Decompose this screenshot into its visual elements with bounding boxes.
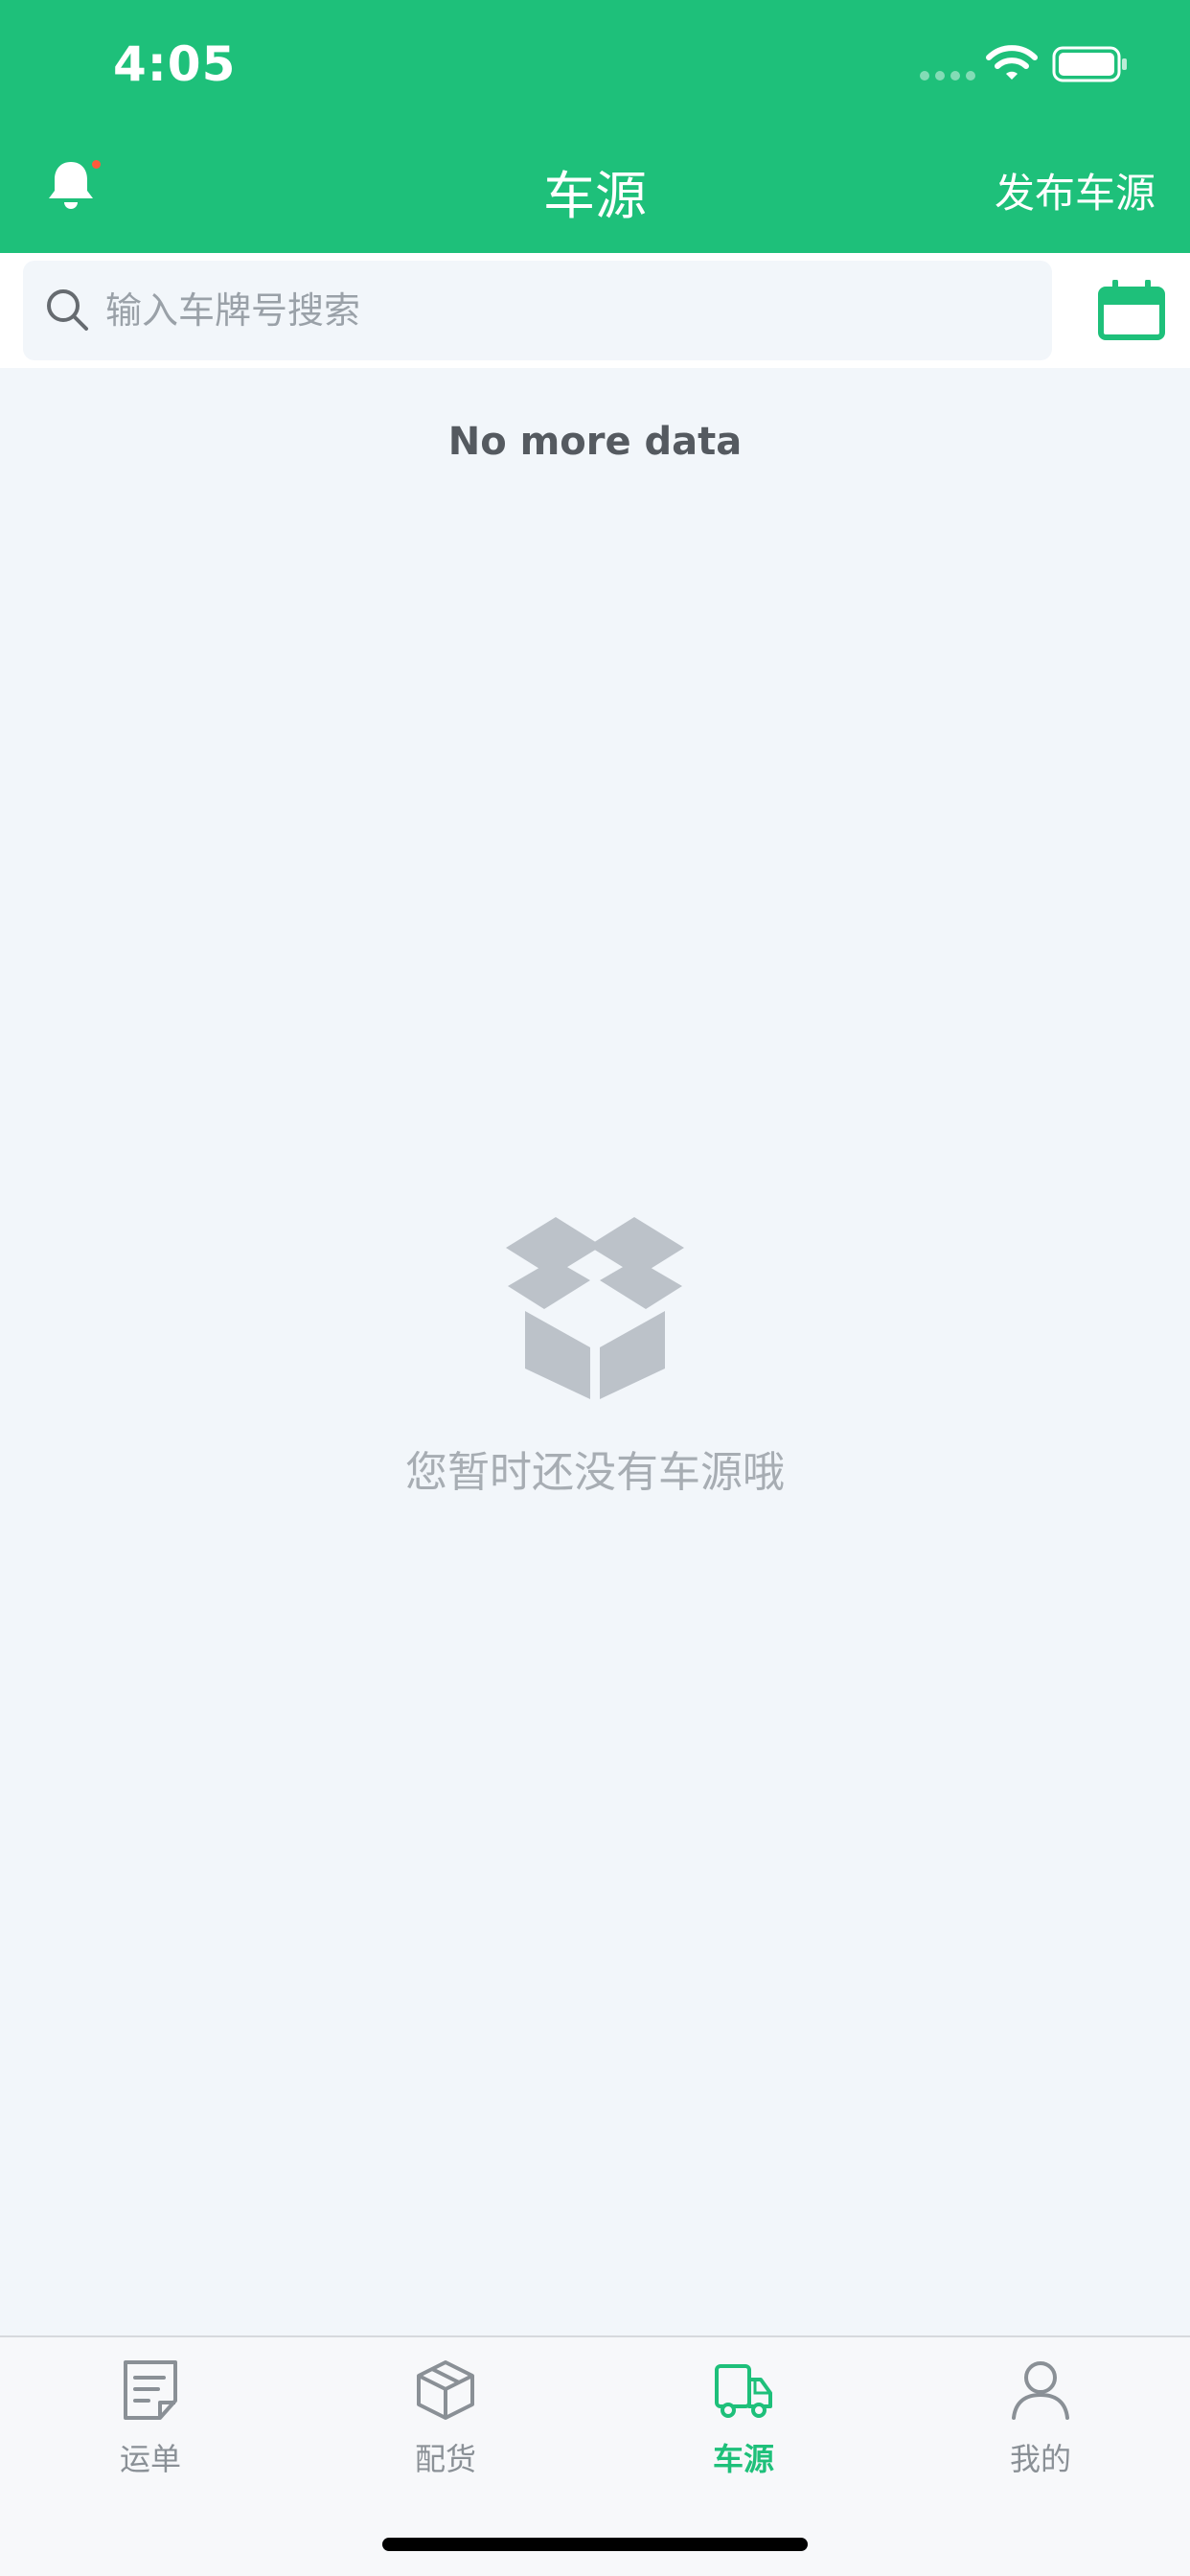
cargo-box-icon	[417, 2360, 474, 2420]
empty-box-icon	[506, 1217, 684, 1399]
waybill-icon	[124, 2360, 177, 2420]
calendar-icon[interactable]	[1098, 280, 1165, 341]
battery-icon	[1052, 46, 1127, 82]
tab-label: 车源	[712, 2441, 774, 2477]
app-root: 4:05 车源 发布车源 输入车牌号搜索 No more data 您暂时还没有…	[0, 0, 1190, 2576]
tab-profile[interactable]: 我的	[892, 2358, 1189, 2502]
home-indicator	[382, 2538, 808, 2551]
search-bar	[0, 253, 1190, 368]
search-input[interactable]	[105, 280, 1025, 341]
tab-label: 配货	[414, 2441, 476, 2477]
status-time: 4:05	[113, 36, 237, 92]
no-more-data-text: No more data	[447, 420, 743, 464]
truck-icon	[715, 2364, 772, 2418]
tab-label: 运单	[119, 2441, 181, 2477]
tab-vehicle-source[interactable]: 车源	[595, 2358, 892, 2502]
tab-waybill[interactable]: 运单	[2, 2358, 299, 2502]
profile-icon	[1012, 2361, 1069, 2420]
publish-vehicle-button[interactable]: 发布车源	[995, 161, 1156, 219]
empty-state-text: 您暂时还没有车源哦	[405, 1448, 785, 1497]
search-field[interactable]	[23, 261, 1052, 360]
cellular-signal-icon	[920, 71, 975, 80]
tab-cargo[interactable]: 配货	[297, 2358, 594, 2502]
header: 4:05 车源 发布车源	[0, 0, 1190, 253]
search-icon	[47, 289, 88, 331]
wifi-icon	[986, 45, 1038, 80]
tab-label: 我的	[1009, 2441, 1071, 2477]
